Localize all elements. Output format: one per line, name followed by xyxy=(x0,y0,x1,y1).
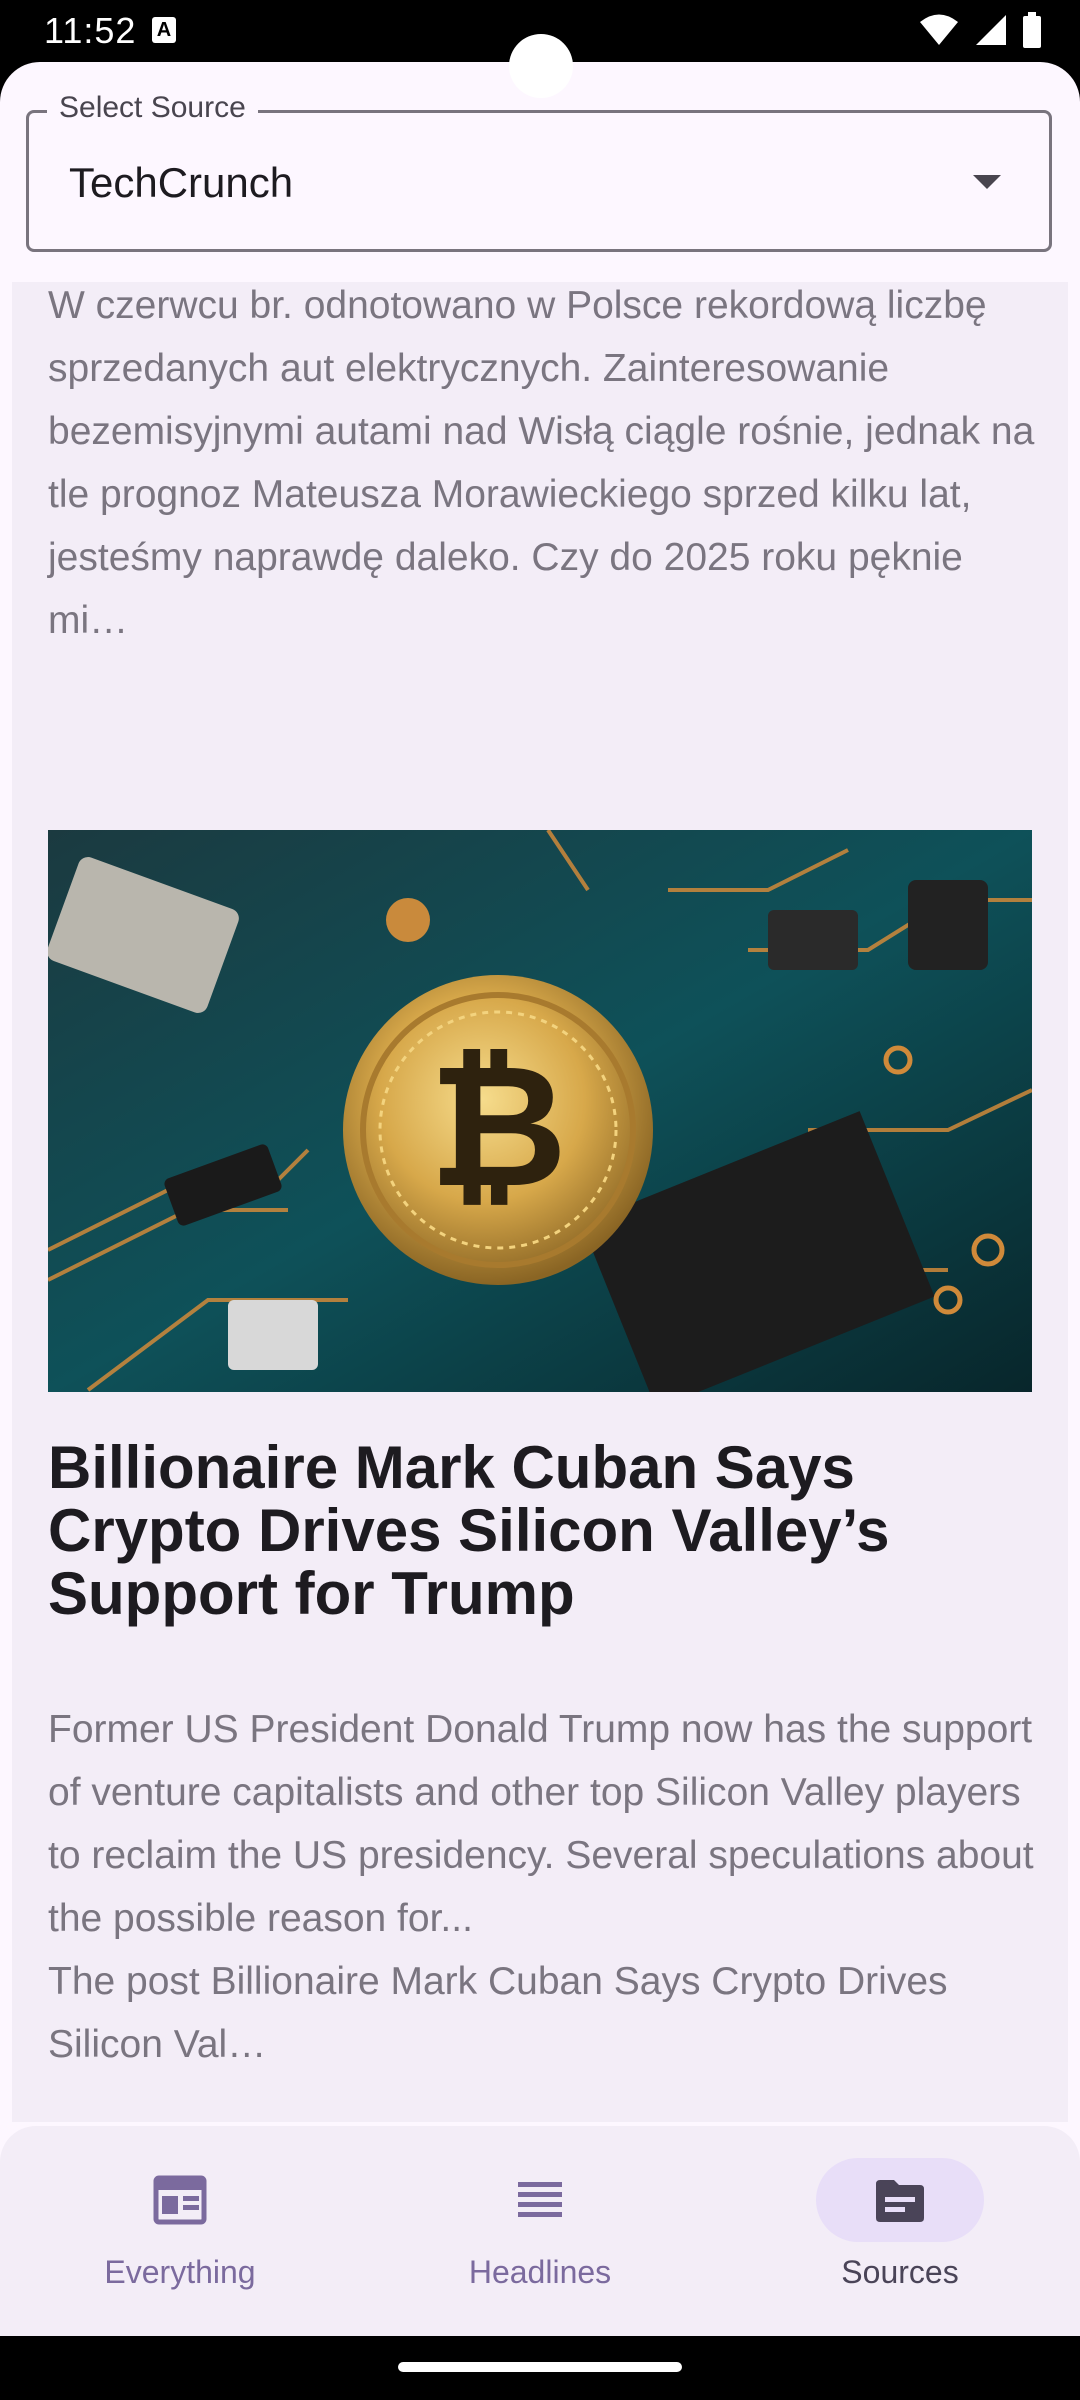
screen-corner xyxy=(0,62,40,102)
article-title[interactable]: Billionaire Mark Cuban Says Crypto Drive… xyxy=(48,1436,1038,1625)
nav-item-everything[interactable]: Everything xyxy=(0,2126,360,2336)
home-gesture-bar[interactable] xyxy=(398,2362,682,2372)
article-description: Former US President Donald Trump now has… xyxy=(48,1708,1034,2066)
article-card[interactable]: ₿ Billionaire Mark Cuban Says Crypto Dri… xyxy=(12,794,1068,2122)
nav-label-sources: Sources xyxy=(841,2254,959,2290)
nav-icon-container xyxy=(96,2158,264,2242)
screen-corner xyxy=(1040,62,1080,102)
status-time: 11:52 xyxy=(44,10,137,51)
app-screen: 11:52 A Select Source TechCrunch W czerw… xyxy=(0,0,1080,2400)
article-description: W czerwcu br. odnotowano w Polsce rekord… xyxy=(48,284,1035,642)
notification-icon: A xyxy=(152,17,176,43)
list-icon xyxy=(518,2182,562,2217)
source-select-label: Select Source xyxy=(47,91,258,125)
nav-icon-container xyxy=(816,2158,984,2242)
nav-label-headlines: Headlines xyxy=(468,2254,612,2290)
nav-icon-container xyxy=(456,2158,624,2242)
source-select-value[interactable]: TechCrunch xyxy=(69,159,293,207)
article-feed[interactable]: W czerwcu br. odnotowano w Polsce rekord… xyxy=(0,282,1080,2122)
bitcoin-circuit-image: ₿ xyxy=(48,830,1032,1392)
nav-label-everything: Everything xyxy=(104,2254,256,2290)
signal-icon xyxy=(975,15,1006,45)
newspaper-icon xyxy=(153,2175,207,2225)
article-image[interactable]: ₿ xyxy=(48,830,1032,1392)
bottom-navigation: Everything Headlines Sources xyxy=(0,2126,1080,2336)
dropdown-arrow-icon[interactable] xyxy=(973,175,1001,189)
source-select[interactable]: Select Source TechCrunch xyxy=(26,91,1052,252)
nav-item-sources[interactable]: Sources xyxy=(720,2126,1080,2336)
svg-text:₿: ₿ xyxy=(429,1028,568,1226)
source-icon xyxy=(876,2180,924,2222)
nav-item-headlines[interactable]: Headlines xyxy=(360,2126,720,2336)
status-icons xyxy=(909,12,1042,50)
wifi-icon xyxy=(920,14,959,45)
camera-cutout xyxy=(509,34,573,98)
battery-icon xyxy=(1023,12,1041,48)
